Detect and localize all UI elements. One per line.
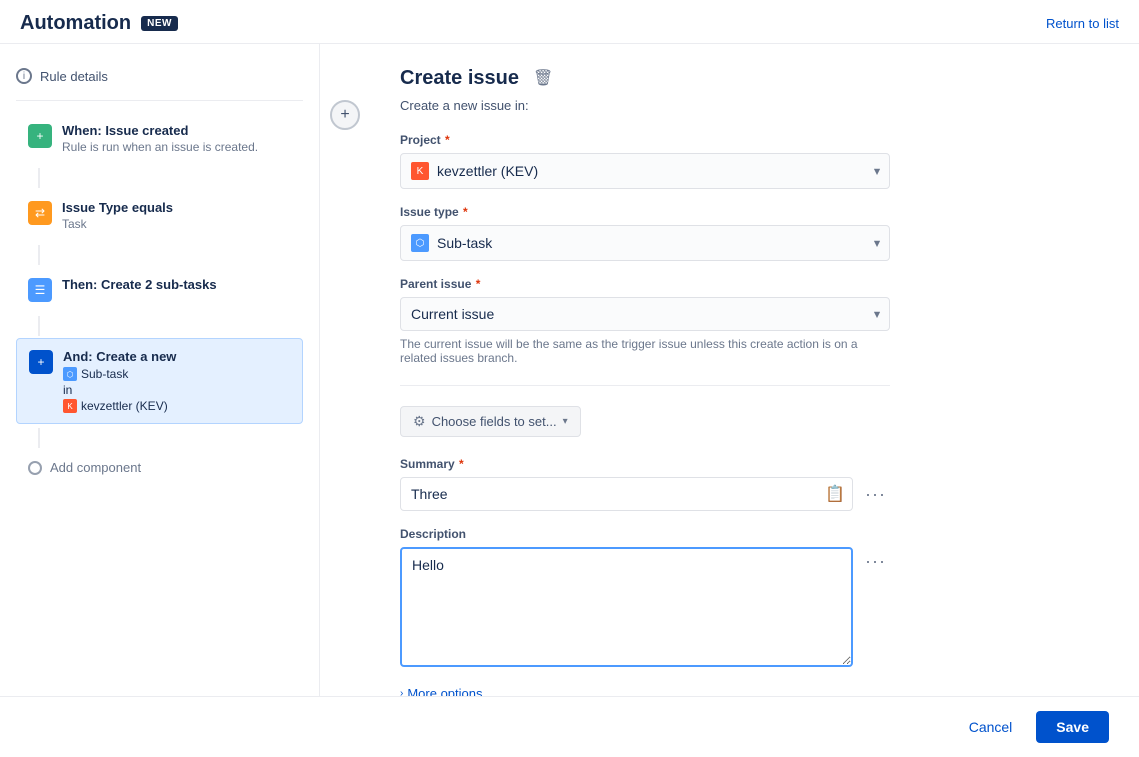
form-header: Create issue 🗑 — [400, 64, 1109, 92]
summary-more-options-button[interactable]: ··· — [861, 480, 890, 509]
sidebar-item-trigger[interactable]: + When: Issue created Rule is run when a… — [16, 113, 303, 164]
choose-fields-label: Choose fields to set... — [432, 414, 557, 429]
action1-icon: ☰ — [28, 278, 52, 302]
subtask-type-icon: ⬡ — [63, 367, 77, 381]
project-tag-icon: K — [63, 399, 77, 413]
summary-field-group: Summary * 📋 ··· — [400, 457, 1109, 511]
description-label: Description — [400, 527, 1109, 541]
form-subtitle: Create a new issue in: — [400, 98, 1109, 113]
summary-label: Summary * — [400, 457, 1109, 471]
more-options-toggle[interactable]: › More options — [400, 686, 1109, 696]
project-select-icon: K — [411, 162, 429, 180]
form-panel: Create issue 🗑 Create a new issue in: Pr… — [370, 44, 1139, 696]
issue-type-field-group: Issue type * ⬡ Sub-task ▾ — [400, 205, 1109, 261]
description-row: ··· — [400, 547, 890, 670]
project-select[interactable]: K kevzettler (KEV) — [400, 153, 890, 189]
rule-details-label: Rule details — [40, 69, 108, 84]
parent-issue-field-group: Parent issue * Current issue ▾ The curre… — [400, 277, 1109, 365]
connector-line-1 — [38, 168, 40, 188]
description-wrapper — [400, 547, 853, 670]
add-step-button[interactable]: + — [330, 100, 360, 130]
more-options-label: More options — [407, 686, 482, 696]
condition-desc: Task — [62, 217, 291, 231]
project-label: Project * — [400, 133, 1109, 147]
form-title: Create issue — [400, 67, 519, 90]
cancel-button[interactable]: Cancel — [957, 713, 1025, 741]
summary-input[interactable] — [400, 477, 853, 511]
project-select-value: kevzettler (KEV) — [437, 163, 538, 179]
trigger-title: When: Issue created — [62, 123, 291, 138]
footer: Cancel Save — [0, 696, 1139, 757]
content-connector: + — [320, 44, 370, 696]
add-component-label: Add component — [50, 460, 141, 475]
issue-type-select[interactable]: ⬡ Sub-task — [400, 225, 890, 261]
connector-line-3 — [38, 316, 40, 336]
parent-issue-select-value: Current issue — [411, 306, 494, 322]
add-component-button[interactable]: Add component — [16, 450, 303, 485]
description-more-options-button[interactable]: ··· — [861, 547, 890, 576]
parent-issue-label: Parent issue * — [400, 277, 1109, 291]
summary-row: 📋 ··· — [400, 477, 890, 511]
sidebar-item-action2[interactable]: + And: Create a new ⬡ Sub-task in K — [16, 338, 303, 424]
project-field-group: Project * K kevzettler (KEV) ▾ — [400, 133, 1109, 189]
issue-type-select-value: Sub-task — [437, 235, 492, 251]
issue-type-label: Issue type * — [400, 205, 1109, 219]
condition-icon: ⇄ — [28, 201, 52, 225]
sidebar-divider — [16, 100, 303, 101]
smart-value-button[interactable]: 📋 — [825, 484, 845, 504]
project-select-wrapper: K kevzettler (KEV) ▾ — [400, 153, 890, 189]
choose-fields-chevron-icon: ▾ — [563, 416, 568, 427]
form-divider — [400, 385, 890, 386]
condition-title: Issue Type equals — [62, 200, 291, 215]
sub-tag-project: K kevzettler (KEV) — [63, 399, 290, 413]
page-title: Automation — [20, 12, 131, 35]
return-to-list-link[interactable]: Return to list — [1046, 16, 1119, 31]
choose-fields-button[interactable]: ⚙ Choose fields to set... ▾ — [400, 406, 581, 437]
save-button[interactable]: Save — [1036, 711, 1109, 743]
parent-issue-select-wrapper: Current issue ▾ — [400, 297, 890, 331]
sidebar-item-rule-details[interactable]: i Rule details — [16, 60, 303, 96]
action2-title: And: Create a new — [63, 349, 290, 364]
trigger-icon: + — [28, 124, 52, 148]
delete-icon[interactable]: 🗑 — [529, 64, 557, 92]
new-badge: NEW — [141, 16, 178, 31]
summary-input-wrapper: 📋 — [400, 477, 853, 511]
sub-tag-type: ⬡ Sub-task — [63, 367, 290, 381]
parent-issue-helper: The current issue will be the same as th… — [400, 337, 890, 365]
description-textarea[interactable] — [400, 547, 853, 667]
gear-icon: ⚙ — [413, 413, 426, 430]
content-area: + Create issue 🗑 Create a new issue in: … — [320, 44, 1139, 696]
action1-title: Then: Create 2 sub-tasks — [62, 277, 291, 292]
issue-type-select-wrapper: ⬡ Sub-task ▾ — [400, 225, 890, 261]
description-field-group: Description ··· — [400, 527, 1109, 670]
add-circle-icon — [28, 461, 42, 475]
connector-line-2 — [38, 245, 40, 265]
sidebar-item-condition[interactable]: ⇄ Issue Type equals Task — [16, 190, 303, 241]
sidebar-item-action1[interactable]: ☰ Then: Create 2 sub-tasks — [16, 267, 303, 312]
issue-type-select-icon: ⬡ — [411, 234, 429, 252]
more-options-chevron-icon: › — [400, 688, 403, 696]
trigger-desc: Rule is run when an issue is created. — [62, 140, 291, 154]
sidebar: i Rule details + When: Issue created Rul… — [0, 44, 320, 696]
parent-issue-select[interactable]: Current issue — [400, 297, 890, 331]
action2-icon: + — [29, 350, 53, 374]
info-icon: i — [16, 68, 32, 84]
sub-tag-in: in — [63, 383, 290, 397]
connector-line-4 — [38, 428, 40, 448]
